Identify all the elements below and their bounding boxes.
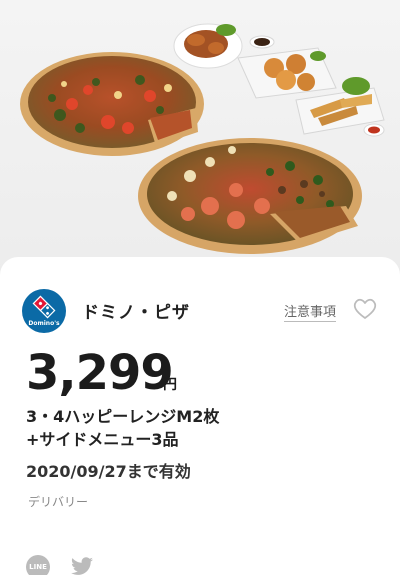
price-unit: 円	[163, 377, 177, 393]
price: 3,299 円	[26, 345, 177, 401]
expiry-date: 2020/09/27まで有効	[26, 462, 191, 481]
dominos-logo: Domino's	[22, 289, 66, 333]
twitter-bird-icon[interactable]	[70, 557, 94, 575]
coupon-page: Domino's ドミノ・ピザ 注意事項 3,299 円 3・4ハッピーレンジM…	[0, 0, 400, 575]
price-value: 3,299	[26, 345, 174, 401]
heart-icon[interactable]	[352, 297, 378, 321]
brand-name: ドミノ・ピザ	[82, 303, 190, 323]
logo-text: Domino's	[28, 320, 60, 327]
brand-row: Domino's ドミノ・ピザ 注意事項	[22, 289, 382, 333]
product-line-2: +サイドメニュー3品	[26, 430, 179, 449]
hero-image	[0, 0, 400, 290]
line-share-icon[interactable]: LINE	[26, 555, 50, 575]
pizza-and-sides-photo	[20, 23, 385, 254]
product-line-1: 3・4ハッピーレンジM2枚	[26, 407, 220, 426]
service-type: デリバリー	[28, 495, 89, 509]
coupon-card: Domino's ドミノ・ピザ 注意事項 3,299 円 3・4ハッピーレンジM…	[0, 257, 400, 575]
product-description: 3・4ハッピーレンジM2枚 +サイドメニュー3品	[26, 405, 366, 451]
notice-link[interactable]: 注意事項	[284, 301, 337, 322]
